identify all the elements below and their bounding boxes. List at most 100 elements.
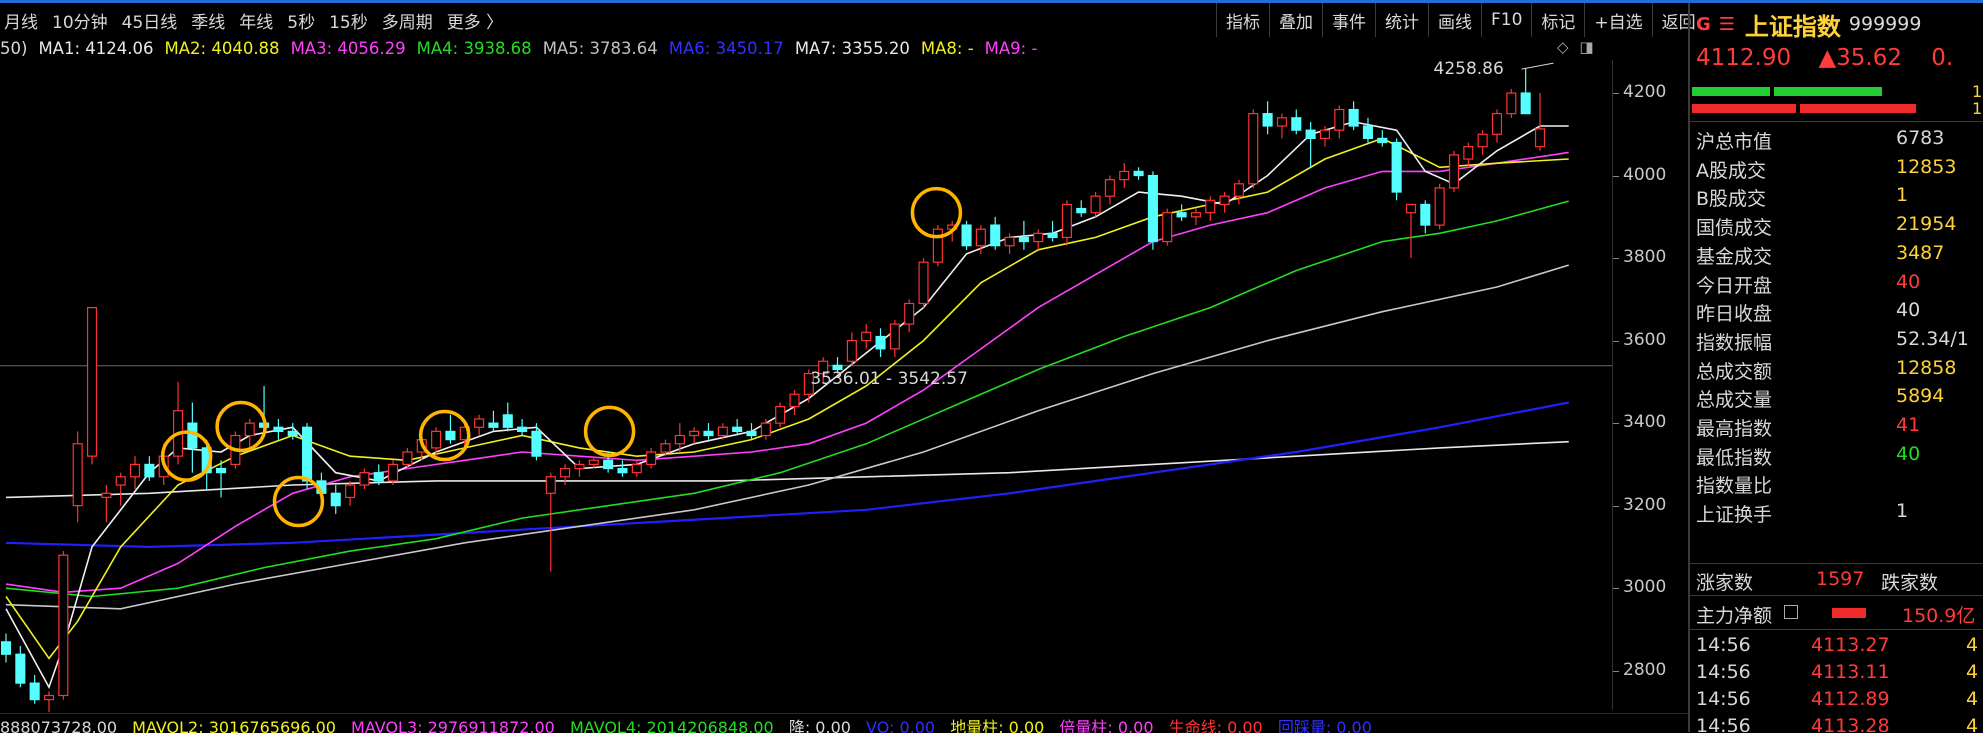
period-monthly[interactable]: 月线	[0, 8, 48, 33]
stat-label: 总成交量	[1696, 389, 1773, 412]
candle-body	[115, 476, 126, 486]
candle-body	[875, 335, 886, 350]
window-toggle-icon[interactable]: ◨	[1579, 38, 1593, 56]
stat-row: 基金成交 3487	[1696, 240, 1983, 269]
price-tick-mark	[1613, 175, 1619, 177]
net-flow-row: 主力净额 150.9亿	[1696, 599, 1983, 628]
stat-label: 今日开盘	[1696, 274, 1773, 297]
mark-button[interactable]: 标记	[1531, 3, 1584, 37]
candle-body	[1176, 212, 1187, 218]
candle-body	[1233, 183, 1244, 197]
tick-time: 14:56	[1696, 634, 1751, 656]
ma-legend: 50) MA1: 4124.06 MA2: 4040.88 MA3: 4056.…	[0, 36, 1600, 60]
price-tick-mark	[1613, 423, 1619, 425]
ma6-label: MA6: 3450.17	[668, 38, 784, 58]
candle-body	[129, 463, 141, 478]
candle-body	[746, 430, 757, 437]
indicator-button[interactable]: 指标	[1216, 3, 1269, 37]
stat-row: 最高指数 41	[1696, 412, 1983, 441]
candle-body	[345, 484, 356, 499]
period-10min[interactable]: 10分钟	[48, 8, 118, 33]
tick-price: 4112.89	[1811, 688, 1890, 710]
period-yearly[interactable]: 年线	[235, 8, 283, 33]
period-more[interactable]: 更多 〉	[443, 8, 513, 33]
price-tick-mark	[1613, 505, 1619, 507]
candle-body	[789, 393, 800, 408]
candle-body	[703, 430, 714, 437]
tick-row: 14:56 4112.89 4	[1696, 688, 1983, 715]
candlestick-chart[interactable]: 4258.86 3536.01 - 3542.57	[0, 60, 1612, 712]
period-15sec[interactable]: 15秒	[325, 8, 378, 33]
price-tick-label: 4200	[1623, 82, 1667, 102]
g-icon[interactable]: G	[1696, 14, 1711, 35]
candle-body	[488, 422, 499, 428]
double-volume-label: 倍量柱: 0.00	[1059, 718, 1154, 733]
stat-value: 40	[1896, 270, 1921, 293]
events-button[interactable]: 事件	[1322, 3, 1375, 37]
candle-body	[502, 414, 513, 428]
fall-ratio-bar-a	[1692, 104, 1796, 113]
period-multi[interactable]: 多周期	[378, 8, 443, 33]
diamond-icon[interactable]: ◇	[1557, 38, 1569, 56]
candle-body	[29, 682, 40, 701]
candle-body	[72, 443, 83, 507]
quote-header: G ☰ 上证指数 999999	[1696, 9, 1921, 41]
candle-body	[1477, 133, 1488, 148]
price-tick-label: 4000	[1623, 164, 1667, 185]
overlay-button[interactable]: 叠加	[1269, 3, 1322, 37]
statistics-button[interactable]: 统计	[1375, 3, 1428, 37]
candle-body	[1520, 92, 1531, 115]
candle-body	[1047, 232, 1058, 239]
stat-value: 1	[1896, 500, 1909, 523]
candle-body	[402, 451, 413, 466]
net-flow-value: 150.9亿	[1902, 605, 1976, 627]
candle-body	[244, 422, 255, 437]
candle-body	[445, 430, 456, 441]
ma5-label: MA5: 3783.64	[542, 38, 658, 58]
period-45day[interactable]: 45日线	[118, 8, 188, 33]
period-quarterly[interactable]: 季线	[187, 8, 235, 33]
table-icon[interactable]	[1784, 605, 1798, 619]
ma1-label: MA1: 4124.06	[38, 38, 154, 58]
ma4-line	[5, 200, 1569, 598]
ma-period-label: 50)	[0, 38, 28, 58]
candle-body	[43, 694, 55, 701]
panel-divider	[1690, 595, 1983, 596]
candle-body	[1276, 117, 1287, 127]
candle-body	[1147, 174, 1158, 243]
candle-body	[846, 340, 857, 362]
candle-body	[1448, 154, 1460, 189]
ma3-label: MA3: 4056.29	[290, 38, 406, 58]
candle-body	[144, 463, 155, 478]
candle-body	[1190, 212, 1201, 218]
stat-label: 最高指数	[1696, 418, 1773, 440]
stat-row: 指数量比	[1696, 469, 1983, 498]
candle-body	[588, 459, 599, 466]
tick-row: 14:56 4113.11 4	[1696, 661, 1983, 688]
candle-body	[1061, 203, 1072, 239]
mavol2-label: MAVOL2: 3016765696.00	[132, 718, 336, 733]
add-watchlist-button[interactable]: +自选	[1584, 3, 1651, 37]
candle-body	[359, 472, 370, 486]
candle-body	[273, 426, 284, 432]
candle-body	[646, 451, 657, 466]
candle-body	[560, 467, 571, 478]
high-price-pointer	[1521, 62, 1554, 70]
candle-body	[631, 463, 642, 474]
stat-label: 指数量比	[1696, 475, 1773, 498]
f10-button[interactable]: F10	[1481, 3, 1531, 37]
candle-body	[990, 224, 1001, 247]
draw-line-button[interactable]: 画线	[1428, 3, 1481, 37]
period-5sec[interactable]: 5秒	[283, 8, 325, 33]
candle-body	[732, 426, 743, 432]
candle-body	[1248, 113, 1259, 185]
menu-icon[interactable]: ☰	[1719, 14, 1735, 35]
stat-label: A股成交	[1696, 159, 1766, 182]
candle-body	[889, 323, 900, 350]
candle-body	[1133, 170, 1144, 177]
quote-panel: G ☰ 上证指数 999999 4112.90 ▲35.62 0. 1 1 沪总…	[1688, 3, 1983, 732]
candle-body	[1334, 108, 1345, 131]
candle-body	[58, 554, 69, 697]
candle-body	[1319, 129, 1330, 140]
price-tick-mark	[1613, 588, 1619, 590]
